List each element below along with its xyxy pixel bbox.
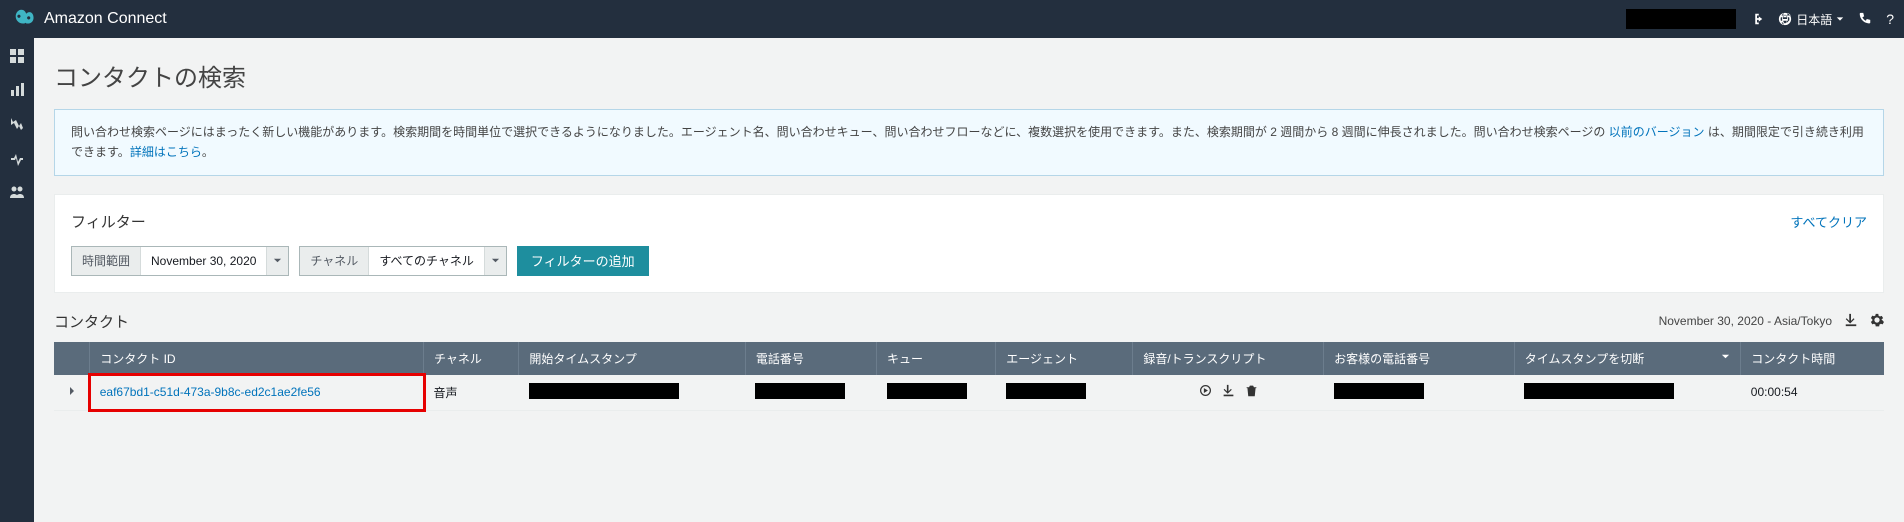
dashboard-icon[interactable] bbox=[9, 48, 25, 64]
contacts-title: コンタクト bbox=[54, 311, 129, 332]
cell-cust-phone bbox=[1324, 375, 1515, 411]
cell-start-ts bbox=[519, 375, 746, 411]
play-icon[interactable] bbox=[1199, 384, 1212, 400]
info-banner: 問い合わせ検索ページにはまったく新しい機能があります。検索期間を時間単位で選択で… bbox=[54, 109, 1884, 176]
contacts-table: コンタクト ID チャネル 開始タイムスタンプ 電話番号 キュー エージェント … bbox=[54, 342, 1884, 411]
help-icon[interactable]: ? bbox=[1886, 11, 1894, 27]
time-range-filter[interactable]: 時間範囲 November 30, 2020 bbox=[71, 246, 289, 276]
download-icon[interactable] bbox=[1844, 313, 1858, 330]
cell-phone bbox=[745, 375, 876, 411]
cell-channel: 音声 bbox=[424, 375, 519, 411]
app-name: Amazon Connect bbox=[44, 10, 167, 28]
app-header: Amazon Connect 日本語 ? bbox=[0, 0, 1904, 38]
col-duration[interactable]: コンタクト時間 bbox=[1741, 342, 1884, 375]
account-redacted bbox=[1626, 9, 1736, 29]
language-selector[interactable]: 日本語 bbox=[1778, 11, 1844, 28]
col-start-ts[interactable]: 開始タイムスタンプ bbox=[519, 342, 746, 375]
sort-desc-icon bbox=[1721, 350, 1730, 364]
table-row: eaf67bd1-c51d-473a-9b8c-ed2c1ae2fe56 音声 bbox=[54, 375, 1884, 411]
app-logo: Amazon Connect bbox=[10, 4, 167, 35]
details-link[interactable]: 詳細はこちら bbox=[130, 145, 202, 159]
sidebar bbox=[0, 38, 34, 522]
expand-row-button[interactable] bbox=[54, 375, 90, 411]
routing-icon[interactable] bbox=[9, 116, 25, 132]
add-filter-button[interactable]: フィルターの追加 bbox=[517, 246, 649, 276]
clear-all-link[interactable]: すべてクリア bbox=[1790, 212, 1867, 231]
col-channel[interactable]: チャネル bbox=[424, 342, 519, 375]
connect-logo-icon bbox=[10, 4, 36, 35]
chevron-down-icon bbox=[484, 247, 506, 275]
col-expand bbox=[54, 342, 90, 375]
flows-icon[interactable] bbox=[9, 150, 25, 166]
cell-queue bbox=[877, 375, 996, 411]
chevron-down-icon bbox=[266, 247, 288, 275]
col-disc-ts[interactable]: タイムスタンプを切断 bbox=[1514, 342, 1741, 375]
date-range-label: November 30, 2020 - Asia/Tokyo bbox=[1659, 314, 1832, 328]
cell-disc-ts bbox=[1514, 375, 1741, 411]
delete-recording-icon[interactable] bbox=[1245, 384, 1258, 400]
download-recording-icon[interactable] bbox=[1222, 384, 1235, 400]
contact-id-link[interactable]: eaf67bd1-c51d-473a-9b8c-ed2c1ae2fe56 bbox=[100, 385, 321, 399]
col-phone[interactable]: 電話番号 bbox=[745, 342, 876, 375]
contacts-section: コンタクト November 30, 2020 - Asia/Tokyo コンタ… bbox=[54, 311, 1884, 411]
filters-title: フィルター bbox=[71, 211, 146, 232]
col-cust-phone[interactable]: お客様の電話番号 bbox=[1324, 342, 1515, 375]
cell-recording bbox=[1133, 375, 1324, 411]
channel-filter[interactable]: チャネル すべてのチャネル bbox=[299, 246, 506, 276]
col-queue[interactable]: キュー bbox=[877, 342, 996, 375]
cell-agent bbox=[996, 375, 1133, 411]
col-agent[interactable]: エージェント bbox=[996, 342, 1133, 375]
prev-version-link[interactable]: 以前のバージョン bbox=[1609, 125, 1705, 139]
col-contact-id[interactable]: コンタクト ID bbox=[90, 342, 424, 375]
page-title: コンタクトの検索 bbox=[54, 58, 1884, 93]
phone-icon[interactable] bbox=[1858, 12, 1872, 26]
col-rec[interactable]: 録音/トランスクリプト bbox=[1133, 342, 1324, 375]
cell-duration: 00:00:54 bbox=[1741, 375, 1884, 411]
signout-icon[interactable] bbox=[1750, 12, 1764, 26]
metrics-icon[interactable] bbox=[9, 82, 25, 98]
settings-icon[interactable] bbox=[1870, 313, 1884, 330]
filters-panel: フィルター すべてクリア 時間範囲 November 30, 2020 チャネル… bbox=[54, 194, 1884, 293]
users-icon[interactable] bbox=[9, 184, 25, 200]
